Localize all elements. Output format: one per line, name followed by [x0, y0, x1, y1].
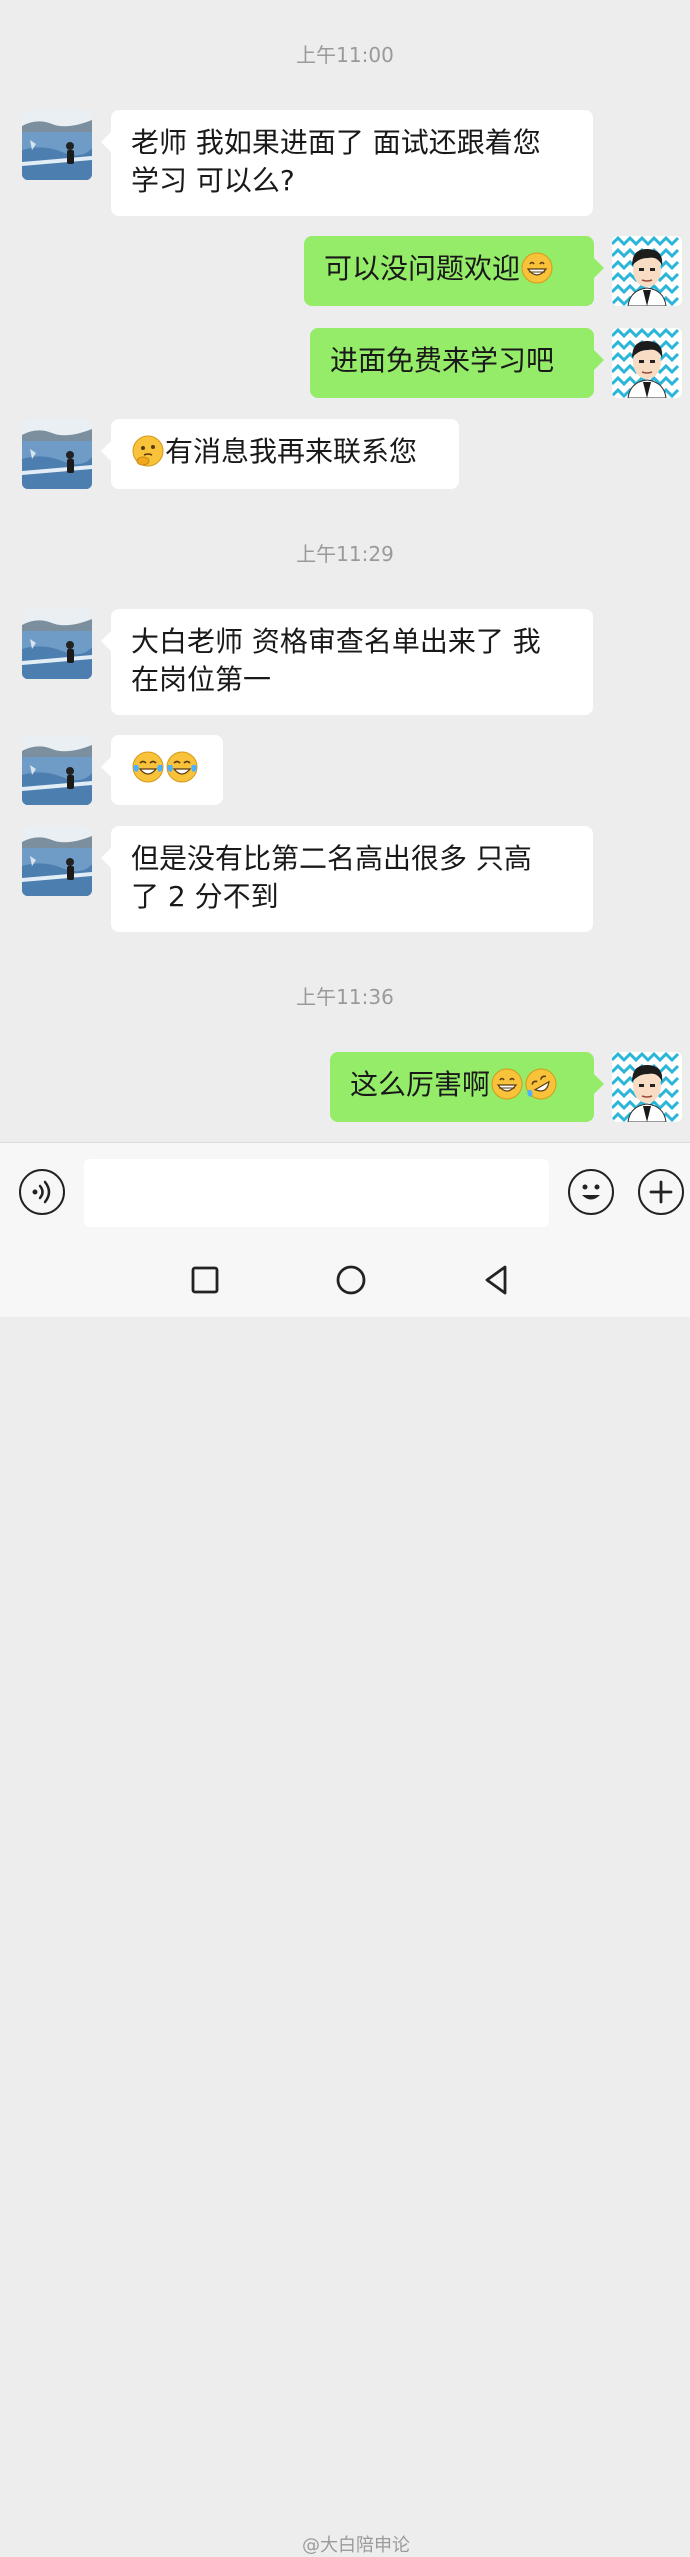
tears-of-joy-emoji-icon — [132, 751, 164, 783]
user-avatar-image — [612, 328, 682, 398]
chat-area[interactable]: 上午11:00 老师 我如果进面了 面试还跟着您 学习 可以么? 可以没问题欢迎… — [0, 0, 690, 1142]
message-text: 可以没问题欢迎 — [324, 252, 521, 285]
timestamp: 上午11:29 — [296, 542, 394, 566]
recent-apps-icon[interactable] — [187, 1262, 223, 1298]
contact-avatar[interactable] — [22, 735, 92, 805]
message-bubble-outgoing[interactable]: 可以没问题欢迎 — [304, 236, 604, 306]
user-avatar-image — [612, 236, 682, 306]
back-icon[interactable] — [479, 1262, 515, 1298]
contact-avatar-image — [22, 110, 92, 180]
timestamp: 上午11:00 — [296, 43, 394, 67]
voice-icon — [32, 1180, 51, 1204]
user-avatar-image — [612, 1052, 682, 1122]
message-bubble-incoming[interactable]: 但是没有比第二名高出很多 只高 了 2 分不到 — [101, 826, 593, 932]
home-icon[interactable] — [333, 1262, 369, 1298]
user-avatar[interactable] — [612, 236, 682, 306]
plus-icon — [649, 1180, 673, 1204]
thinking-emoji-icon — [132, 435, 164, 467]
system-nav-bar: @大白陪申论 — [0, 1244, 690, 2556]
message-bubble-incoming[interactable]: 老师 我如果进面了 面试还跟着您 学习 可以么? — [101, 110, 593, 216]
message-text-line: 学习 可以么? — [131, 164, 295, 197]
message-text-line: 老师 我如果进面了 面试还跟着您 — [131, 126, 541, 159]
rofl-emoji-icon — [525, 1068, 557, 1100]
contact-avatar[interactable] — [22, 609, 92, 679]
emoji-icon — [582, 1184, 600, 1200]
grin-emoji-icon — [521, 252, 553, 284]
contact-avatar-image — [22, 609, 92, 679]
message-text-line: 大白老师 资格审查名单出来了 我 — [131, 625, 541, 658]
message-text-line: 在岗位第一 — [131, 663, 272, 696]
contact-avatar-image — [22, 735, 92, 805]
message-text: 进面免费来学习吧 — [330, 344, 555, 377]
message-bubble-incoming[interactable]: 有消息我再来联系您 — [101, 419, 459, 489]
user-avatar[interactable] — [612, 328, 682, 398]
message-bubble-outgoing[interactable]: 这么厉害啊 — [330, 1052, 604, 1122]
more-button[interactable] — [638, 1169, 684, 1215]
message-input[interactable] — [84, 1159, 549, 1227]
watermark: @大白陪申论 — [302, 2535, 410, 2556]
message-text: 有消息我再来联系您 — [165, 435, 418, 468]
message-text: 这么厉害啊 — [350, 1068, 491, 1101]
contact-avatar[interactable] — [22, 419, 92, 489]
tears-of-joy-emoji-icon — [166, 751, 198, 783]
contact-avatar-image — [22, 826, 92, 896]
timestamp: 上午11:36 — [296, 985, 394, 1009]
contact-avatar[interactable] — [22, 826, 92, 896]
message-bubble-incoming[interactable] — [101, 735, 223, 805]
message-bubble-outgoing[interactable]: 进面免费来学习吧 — [310, 328, 604, 398]
input-bar — [0, 1142, 690, 1245]
message-bubble-incoming[interactable]: 大白老师 资格审查名单出来了 我 在岗位第一 — [101, 609, 593, 715]
message-text-line: 但是没有比第二名高出很多 只高 — [131, 842, 532, 875]
contact-avatar[interactable] — [22, 110, 92, 180]
message-text-line: 了 2 分不到 — [131, 880, 279, 913]
emoji-button[interactable] — [568, 1169, 614, 1215]
voice-button[interactable] — [19, 1169, 65, 1215]
grin-emoji-icon — [491, 1068, 523, 1100]
contact-avatar-image — [22, 419, 92, 489]
user-avatar[interactable] — [612, 1052, 682, 1122]
